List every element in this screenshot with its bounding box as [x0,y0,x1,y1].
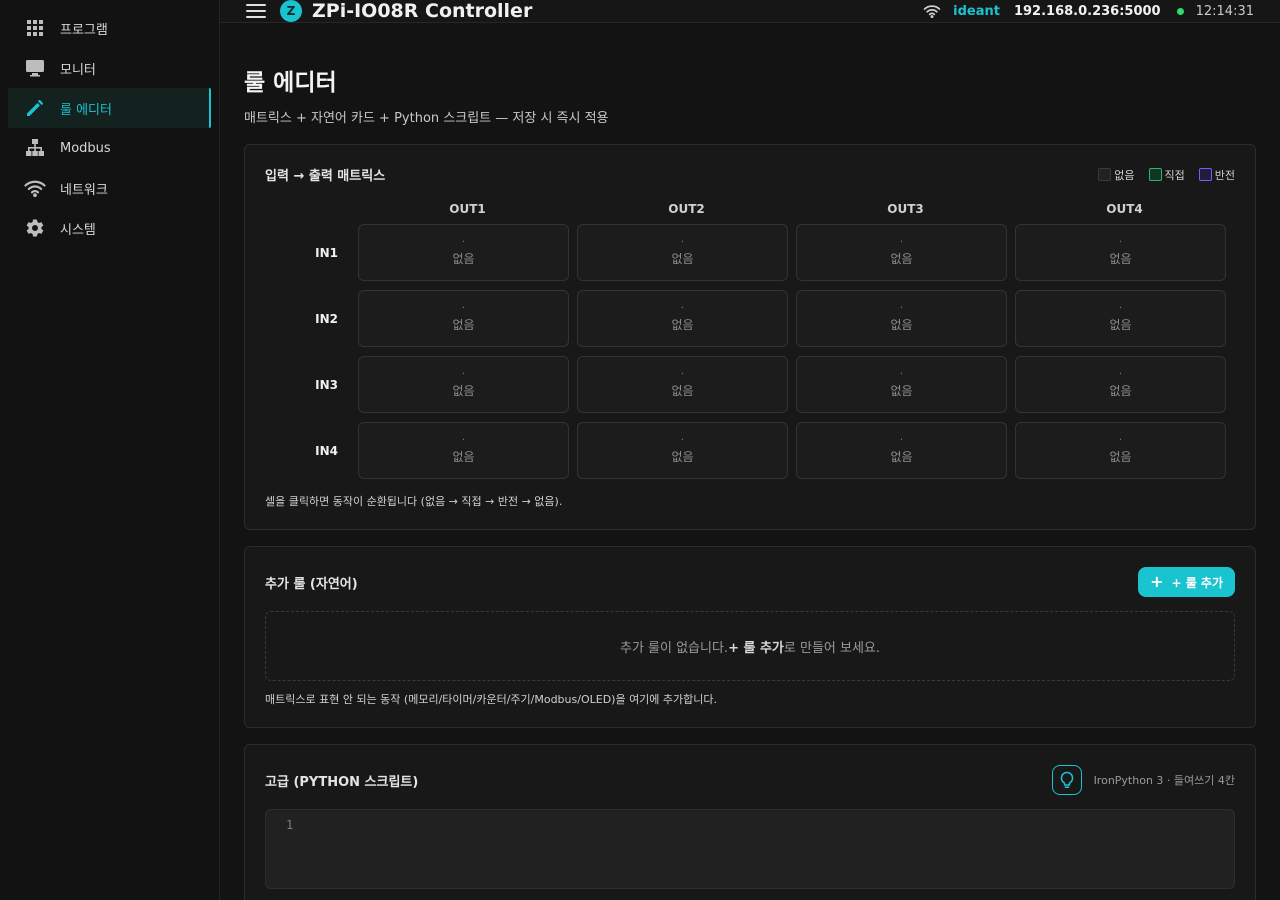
sidebar-item-rule-editor[interactable]: 룰 에디터 [8,88,211,128]
sidebar-item-label: Modbus [60,140,111,156]
sidebar-item-label: 룰 에디터 [60,102,112,118]
sidebar-item-program[interactable]: 프로그램 [8,8,211,48]
page-subtitle: 매트릭스 + 자연어 카드 + Python 스크립트 — 저장 시 즉시 적용 [244,111,609,126]
matrix-cell[interactable]: · 없음 [1015,356,1226,413]
matrix-cell[interactable]: · 없음 [1015,422,1226,479]
network-tree-icon [24,137,46,159]
legend-item-invert: 반전 [1198,167,1235,183]
matrix-cell[interactable]: · 없음 [796,422,1007,479]
sidebar-item-monitor[interactable]: 모니터 [8,48,211,88]
matrix-card: 입력 → 출력 매트릭스 없음 직접 반전 OUT1 OUT2 OUT3 OUT… [244,144,1256,530]
matrix-cell[interactable]: · 없음 [1015,290,1226,347]
matrix-row-in3: IN3 · 없음 · 없음 · 없음 · 없음 [265,356,1235,413]
sidebar-item-modbus[interactable]: Modbus [8,128,211,168]
row-label: IN4 [315,443,338,458]
matrix-cell[interactable]: · 없음 [358,290,569,347]
connected-user: ideant [953,3,1000,19]
matrix-cell[interactable]: · 없음 [577,290,788,347]
matrix-cell[interactable]: · 없음 [796,290,1007,347]
menu-icon[interactable] [246,4,266,18]
matrix-row-in4: IN4 · 없음 · 없음 · 없음 · 없음 [265,422,1235,479]
matrix-cell[interactable]: · 없음 [577,356,788,413]
matrix-row-in2: IN2 · 없음 · 없음 · 없음 · 없음 [265,290,1235,347]
matrix-cell[interactable]: · 없음 [358,356,569,413]
monitor-icon [24,57,46,79]
legend-item-none: 없음 [1098,167,1135,183]
matrix-cell[interactable]: · 없음 [577,224,788,281]
sidebar-item-network[interactable]: 네트워크 [8,168,211,208]
device-address: 192.168.0.236:5000 [1013,3,1161,19]
matrix-cell[interactable]: · 없음 [358,224,569,281]
extra-rules-title: 추가 룰 (자연어) [265,576,358,592]
column-header-out4: OUT4 [1106,202,1143,216]
sidebar-item-label: 시스템 [60,222,96,238]
wifi-icon [24,177,46,199]
matrix-legend: 없음 직접 반전 [1092,167,1235,183]
matrix-title: 입력 → 출력 매트릭스 [265,169,386,184]
row-label: IN2 [315,311,338,326]
column-header-out3: OUT3 [887,202,924,216]
python-script-card: 고급 (PYTHON 스크립트) IronPython 3 · 들여쓰기 4칸 … [244,744,1256,900]
app-title: ZPi-IO08R Controller [312,0,533,22]
matrix-cell[interactable]: · 없음 [577,422,788,479]
extra-rules-empty-state: 추가 룰이 없습니다. + 룰 추가 로 만들어 보세요. [265,611,1235,681]
add-rule-button[interactable]: + + 룰 추가 [1138,567,1235,597]
matrix-cell[interactable]: · 없음 [358,422,569,479]
python-script-editor[interactable]: 1 [265,809,1235,889]
page-title: 룰 에디터 [244,70,337,96]
top-bar: Z ZPi-IO08R Controller ideant 192.168.0.… [220,0,1280,23]
sidebar-item-label: 프로그램 [60,22,108,38]
online-status-dot [1176,7,1184,15]
extra-rules-hint: 매트릭스로 표현 안 되는 동작 (메모리/타이머/카운터/주기/Modbus/… [265,693,718,706]
sidebar-item-system[interactable]: 시스템 [8,208,211,248]
column-header-out2: OUT2 [668,202,705,216]
gear-icon [24,217,46,239]
legend-item-direct: 직접 [1148,167,1185,183]
python-info: IronPython 3 · 들여쓰기 4칸 [1093,774,1235,787]
lightbulb-icon[interactable] [1051,765,1082,795]
line-number: 1 [286,818,294,832]
sidebar-item-label: 네트워크 [60,182,108,198]
sidebar: 프로그램 모니터 룰 에디터 Modbus 네트워크 시스템 [0,0,220,900]
sidebar-item-label: 모니터 [60,62,96,78]
extra-rules-card: 추가 룰 (자연어) + + 룰 추가 추가 룰이 없습니다. + 룰 추가 로… [244,546,1256,728]
matrix-hint: 셀을 클릭하면 동작이 순환됩니다 (없음 → 직접 → 반전 → 없음). [265,495,563,508]
column-header-out1: OUT1 [449,202,486,216]
matrix-cell[interactable]: · 없음 [796,356,1007,413]
wifi-status-icon [923,4,941,18]
pencil-icon [24,97,46,119]
matrix-cell[interactable]: · 없음 [1015,224,1226,281]
grid-icon [24,17,46,39]
app-logo: Z [280,0,302,22]
matrix-cell[interactable]: · 없음 [796,224,1007,281]
clock: 12:14:31 [1195,3,1254,19]
plus-icon: + [1150,572,1164,591]
row-label: IN1 [315,245,338,260]
python-title: 고급 (PYTHON 스크립트) [265,774,419,790]
row-label: IN3 [315,377,338,392]
io-matrix: OUT1 OUT2 OUT3 OUT4 IN1 · 없음 · 없음 · 없음 · 없음 … [265,202,1235,479]
matrix-row-in1: IN1 · 없음 · 없음 · 없음 · 없음 [265,224,1235,281]
